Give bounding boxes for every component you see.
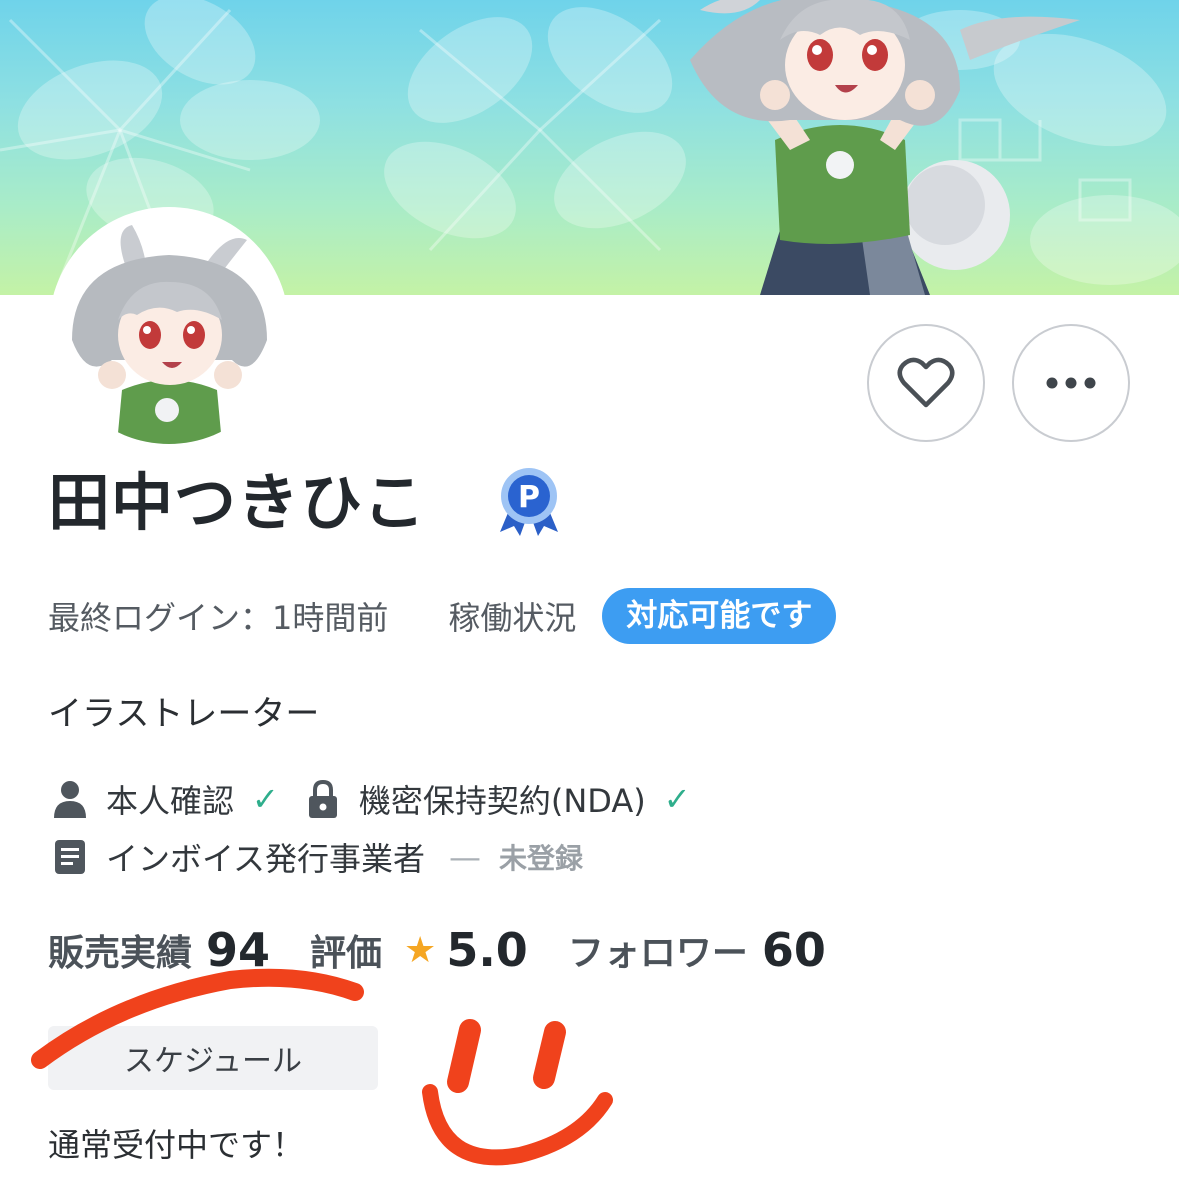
status-row: 最終ログイン：1時間前 稼働状況 対応可能です: [48, 588, 837, 644]
person-icon: [48, 777, 92, 821]
pro-badge-letter: P: [518, 480, 540, 515]
sales-value: 94: [206, 923, 271, 977]
verification-row: 本人確認 ✓ 機密保持契約(NDA) ✓: [48, 774, 713, 824]
last-login: 最終ログイン：1時間前: [48, 599, 389, 637]
favorite-button[interactable]: [867, 324, 985, 442]
avatar[interactable]: [52, 210, 286, 444]
profile-name: 田中つきひこ: [48, 466, 427, 539]
more-options-button[interactable]: [1012, 324, 1130, 442]
invoice-label: インボイス発行事業者: [106, 840, 426, 878]
sales-label: 販売実績: [48, 933, 193, 974]
rating-label: 評価: [310, 933, 383, 974]
followers-label: フォロワー: [567, 933, 748, 974]
identity-check-icon: ✓: [252, 780, 279, 818]
pro-badge: P: [492, 466, 566, 540]
pro-badge-icon: P: [500, 468, 558, 536]
more-dots-icon: [1046, 377, 1096, 389]
document-icon: [48, 835, 92, 879]
identity-verification-label: 本人確認: [106, 782, 235, 820]
nda-check-icon: ✓: [663, 780, 691, 818]
availability-badge: 対応可能です: [602, 588, 837, 644]
availability-label: 稼働状況: [448, 599, 577, 637]
invoice-status: 未登録: [499, 842, 584, 875]
lock-icon: [301, 777, 345, 821]
nda-label: 機密保持契約(NDA): [358, 782, 646, 820]
profile-role: イラストレーター: [48, 694, 320, 734]
invoice-row: インボイス発行事業者 — 未登録: [48, 832, 583, 882]
rating-value: 5.0: [446, 923, 528, 977]
invoice-dash: —: [449, 838, 482, 876]
schedule-tab[interactable]: スケジュール: [48, 1026, 378, 1090]
star-icon: ★: [404, 929, 437, 971]
stats-row: 販売実績 94 評価 ★ 5.0 フォロワー 60: [48, 915, 826, 985]
heart-icon: [897, 357, 955, 408]
followers-value[interactable]: 60: [762, 923, 826, 977]
avatar-illustration: [52, 210, 286, 444]
schedule-note: 通常受付中です！: [48, 1126, 305, 1164]
